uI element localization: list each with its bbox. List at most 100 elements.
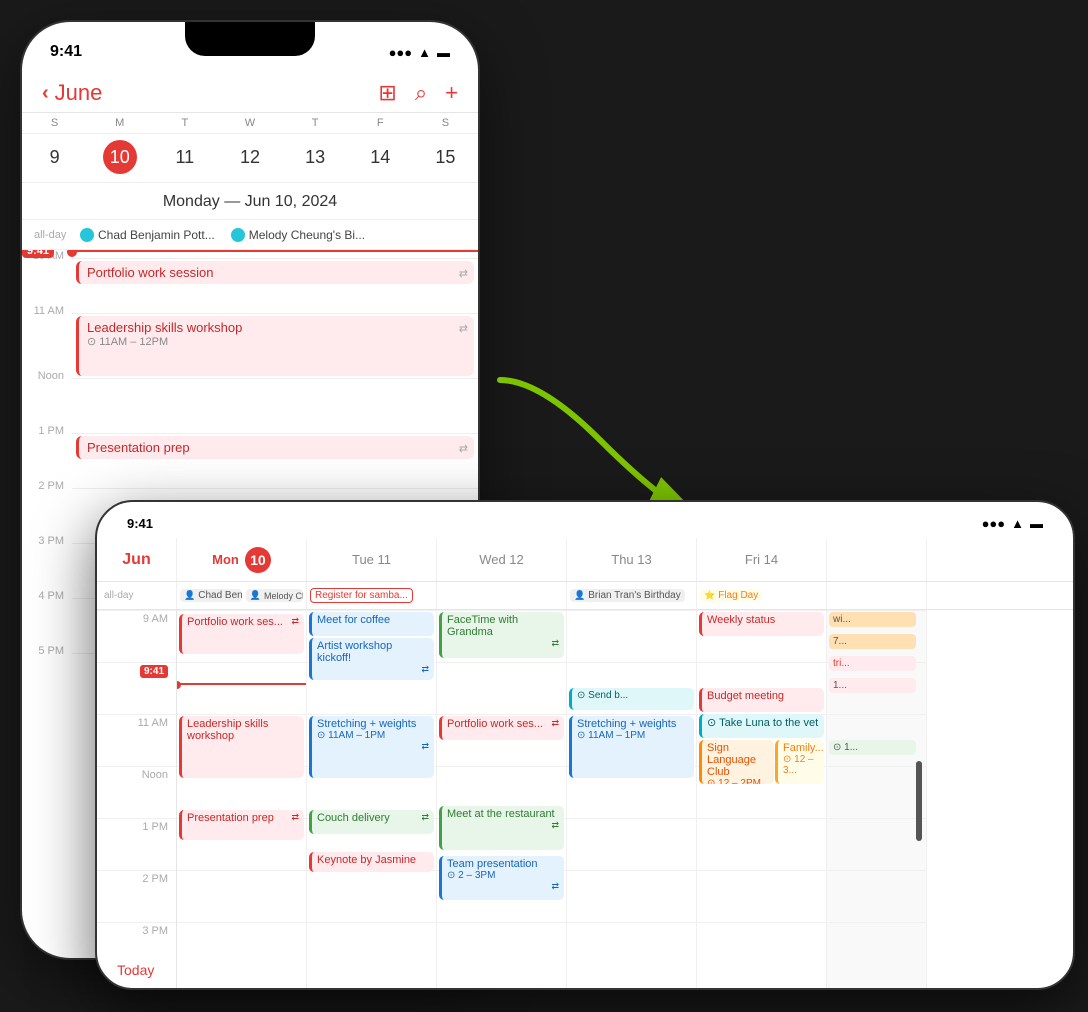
land-wifi-icon: ▲ (1011, 516, 1024, 531)
col-fri[interactable]: Fri 14 (697, 538, 827, 581)
land-time-1pm: 1 PM (97, 818, 176, 870)
wed-team-sync: ⇄ (551, 881, 559, 892)
now-badge: 9:41 (22, 250, 54, 258)
wed-col: FaceTime with Grandma ⇄ Portfolio work s… (437, 610, 567, 990)
add-event-icon[interactable]: + (445, 80, 458, 106)
tue-couch-sync: ⇄ (421, 812, 429, 823)
tue-keynote[interactable]: Keynote by Jasmine (309, 852, 434, 872)
fri-budget[interactable]: Budget meeting (699, 688, 824, 712)
mon-leadership-event[interactable]: Leadership skills workshop (179, 716, 304, 778)
fri-family[interactable]: Family... ⊙ 12 – 3... (775, 740, 824, 784)
leadership-event[interactable]: Leadership skills workshop ⊙ 11AM – 12PM… (76, 316, 474, 376)
fri-luna-title: ⊙ Take Luna to the vet (707, 717, 818, 729)
allday-event-1[interactable]: Chad Benjamin Pott... (80, 228, 215, 242)
thu-allday-1[interactable]: 👤Brian Tran's Birthday (570, 589, 685, 602)
fri-weekly-status[interactable]: Weekly status (699, 612, 824, 636)
extra-event-5: ⊙ 1... (829, 740, 916, 755)
portfolio-work-event[interactable]: Portfolio work session ⇄ (76, 261, 474, 284)
jun-label: Jun (122, 551, 150, 569)
mon-portfolio-title: Portfolio work ses... (187, 616, 283, 628)
land-now-dot (177, 681, 181, 689)
wed-team-presentation[interactable]: Team presentation ⊙ 2 – 3PM ⇄ (439, 856, 564, 900)
search-icon[interactable]: ⌕ (415, 80, 427, 106)
tue-stretching[interactable]: Stretching + weights ⊙ 11AM – 1PM ⇄ (309, 716, 434, 778)
wed-portfolio[interactable]: Portfolio work ses... ⇄ (439, 716, 564, 740)
day-label-sat: S (413, 117, 478, 129)
thu-send[interactable]: ⊙ Send b... (569, 688, 694, 710)
wed-restaurant[interactable]: Meet at the restaurant ⇄ (439, 806, 564, 850)
date-11[interactable]: 11 (152, 140, 217, 174)
fri-sign-language[interactable]: Sign Language Club ⊙ 12 – 2PM ⇄ (699, 740, 774, 784)
fri-sign-language-title: Sign Language Club (707, 742, 769, 778)
scroll-indicator[interactable] (916, 761, 922, 841)
tue-couch-title: Couch delivery (317, 812, 390, 824)
fri-allday-1[interactable]: ⭐Flag Day (700, 589, 762, 602)
allday-event-2[interactable]: Melody Cheung's Bi... (231, 228, 365, 242)
land-time-now: 9:41 (97, 662, 176, 714)
tue-allday-1[interactable]: Register for samba... (310, 588, 413, 603)
tue-col: Meet for coffee Artist workshop kickoff!… (307, 610, 437, 990)
day-label-wed: W (217, 117, 282, 129)
col-tue[interactable]: Tue 11 (307, 538, 437, 581)
wed-slot-2 (437, 662, 566, 714)
date-14[interactable]: 14 (348, 140, 413, 174)
time-line-noon (72, 378, 478, 379)
col-thu[interactable]: Thu 13 (567, 538, 697, 581)
presentation-sync-icon: ⇄ (459, 442, 468, 455)
date-13[interactable]: 13 (283, 140, 348, 174)
day-label-fri: F (348, 117, 413, 129)
tue-artist-workshop[interactable]: Artist workshop kickoff! ⇄ (309, 638, 434, 680)
allday-time-cell: all-day (97, 582, 177, 609)
land-time-2pm: 2 PM (97, 870, 176, 922)
fri-weekly-title: Weekly status (707, 614, 775, 626)
date-12[interactable]: 12 (217, 140, 282, 174)
leadership-sync-icon: ⇄ (459, 322, 468, 335)
week-dates[interactable]: 9 10 11 12 13 14 15 (22, 134, 478, 183)
tue-couch-delivery[interactable]: Couch delivery ⇄ (309, 810, 434, 834)
land-now-badge: 9:41 (140, 665, 168, 678)
time-1pm: 1 PM (22, 426, 72, 437)
wed-facetime[interactable]: FaceTime with Grandma ⇄ (439, 612, 564, 658)
extra-event-3: tri... (829, 656, 916, 671)
date-15[interactable]: 15 (413, 140, 478, 174)
wed-facetime-sync: ⇄ (551, 638, 559, 649)
land-signal-icon: ●●● (982, 516, 1006, 531)
view-toggle-icon[interactable]: ⊞ (378, 80, 396, 106)
mon-allday-2[interactable]: 👤Melody Cheung's B... (246, 589, 303, 602)
month-nav[interactable]: ‹ June (42, 80, 102, 106)
extra-slot-6 (827, 870, 926, 922)
back-arrow-icon[interactable]: ‹ (42, 82, 49, 105)
fri-slot-7 (697, 922, 826, 974)
wed-restaurant-sync: ⇄ (551, 820, 559, 831)
fri-col: Weekly status Budget meeting ⊙ Take Luna… (697, 610, 827, 990)
wed-label: Wed 12 (479, 552, 524, 567)
thu-slot-7 (567, 922, 696, 974)
today-button[interactable]: Today (117, 962, 154, 978)
today-btn-container: Today (117, 962, 154, 980)
mon-label: Mon (212, 552, 239, 567)
mon-slot-7 (177, 922, 306, 974)
fri-slot-5 (697, 818, 826, 870)
mon-allday-1[interactable]: 👤Chad Benjamin Pot... (180, 589, 242, 602)
time-noon: Noon (22, 371, 72, 382)
notch (185, 22, 315, 56)
mon-presentation-event[interactable]: Presentation prep ⇄ (179, 810, 304, 840)
extra-slot-7 (827, 922, 926, 974)
presentation-prep-event[interactable]: Presentation prep ⇄ (76, 436, 474, 459)
col-mon[interactable]: Mon 10 (177, 538, 307, 581)
tue-allday-cell: Register for samba... (307, 582, 437, 609)
land-status-icons: ●●● ▲ ▬ (982, 516, 1043, 531)
col-wed[interactable]: Wed 12 (437, 538, 567, 581)
thu-stretching[interactable]: Stretching + weights ⊙ 11AM – 1PM (569, 716, 694, 778)
date-9[interactable]: 9 (22, 140, 87, 174)
extra-event-4: 1... (829, 678, 916, 693)
fri-luna[interactable]: ⊙ Take Luna to the vet (699, 714, 824, 738)
col-extra (827, 538, 927, 581)
tue-meet-coffee[interactable]: Meet for coffee (309, 612, 434, 636)
date-10-today[interactable]: 10 (103, 140, 137, 174)
wed-slot-7 (437, 922, 566, 974)
land-allday-row: all-day 👤Chad Benjamin Pot... 👤Melody Ch… (97, 582, 1073, 610)
mon-portfolio-event[interactable]: Portfolio work ses... ⇄ (179, 614, 304, 654)
tue-stretching-sync: ⇄ (421, 741, 429, 752)
mon-portfolio-sync: ⇄ (291, 616, 299, 627)
